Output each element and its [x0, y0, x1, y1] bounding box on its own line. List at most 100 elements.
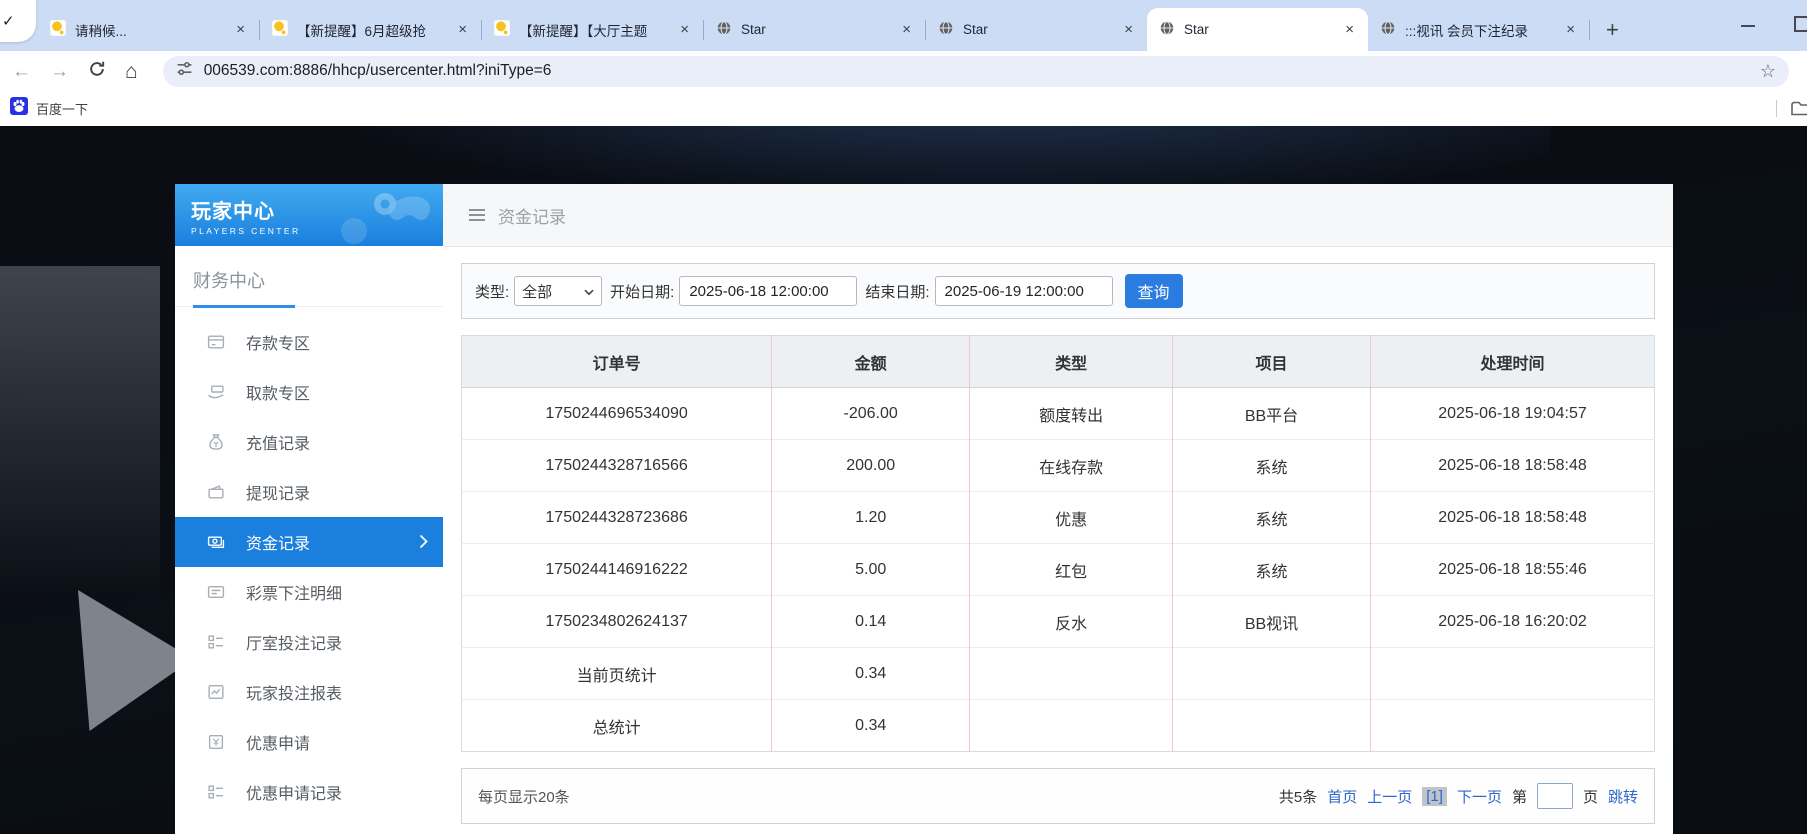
tab-title: Star: [741, 22, 766, 37]
sidebar-menu: 存款专区 取款专区 充值记录 提现记录 资金记录 彩票下注明细 厅室投注记录 玩…: [175, 307, 443, 817]
cell-process-time: 2025-06-18 18:58:48: [1370, 439, 1655, 492]
cell-order-id: 1750244328716566: [461, 439, 773, 492]
sidebar-item-player-bet-report[interactable]: 玩家投注报表: [175, 667, 443, 717]
first-page-link[interactable]: 首页: [1327, 786, 1357, 807]
cell-order-id: 1750234802624137: [461, 595, 773, 648]
prev-page-link[interactable]: 上一页: [1367, 786, 1412, 807]
cell-type: 红包: [969, 543, 1173, 596]
sidebar-banner: 玩家中心 PLAYERS CENTER: [175, 184, 443, 246]
browser-tab-1[interactable]: 请稍候... ×: [38, 8, 259, 51]
cell-label: 当前页统计: [461, 647, 773, 700]
tab-close-icon[interactable]: ×: [678, 21, 691, 38]
page-title: 资金记录: [498, 207, 566, 227]
start-date-input[interactable]: [679, 276, 858, 306]
tab-list: 请稍候... × 【新提醒】6月超级抢 × 【新提醒】【大厅主题 × Star …: [38, 8, 1619, 51]
site-info-icon[interactable]: [176, 60, 193, 82]
address-bar[interactable]: 006539.com:8886/hhcp/usercenter.html?ini…: [162, 55, 1789, 87]
page-size-text: 每页显示20条: [478, 788, 570, 806]
col-amount: 金额: [771, 335, 971, 388]
browser-tab-2[interactable]: 【新提醒】6月超级抢 ×: [260, 8, 481, 51]
end-date-label: 结束日期:: [865, 283, 930, 301]
tab-close-icon[interactable]: ×: [1122, 21, 1135, 38]
pager-controls: 共5条 首页 上一页 [1] 下一页 第 页 跳转: [1279, 783, 1638, 809]
type-select[interactable]: 全部: [514, 276, 603, 306]
col-type: 类型: [969, 335, 1173, 388]
bookmarks-divider: [1776, 100, 1777, 117]
end-date-input[interactable]: [934, 276, 1113, 306]
cell-amount: -206.00: [771, 387, 971, 440]
yellow-app-favicon: [493, 19, 511, 39]
globe-favicon: [1380, 20, 1396, 39]
cell-project: BB视讯: [1172, 595, 1372, 648]
browser-window: 请稍候... × 【新提醒】6月超级抢 × 【新提醒】【大厅主题 × Star …: [0, 0, 1807, 834]
sidebar-item-withdraw[interactable]: 取款专区: [175, 367, 443, 417]
hamburger-icon: [469, 209, 485, 221]
sidebar-item-promo-apply-record[interactable]: 优惠申请记录: [175, 767, 443, 817]
pagination-bar: 每页显示20条 共5条 首页 上一页 [1] 下一页 第 页 跳转: [461, 768, 1655, 824]
tab-close-icon[interactable]: ×: [900, 21, 913, 38]
sidebar-item-withdraw-record[interactable]: 提现记录: [175, 467, 443, 517]
grid-list-icon: [207, 783, 225, 801]
cell-amount: 1.20: [771, 491, 971, 544]
baidu-favicon: [10, 97, 28, 120]
home-icon[interactable]: ⌂: [125, 61, 138, 82]
content-header: 资金记录: [443, 184, 1673, 247]
table-row: 1750234802624137 0.14 反水 BB视讯 2025-06-18…: [461, 595, 1655, 648]
cell-process-time: 2025-06-18 18:58:48: [1370, 491, 1655, 544]
sidebar-item-deposit[interactable]: 存款专区: [175, 317, 443, 367]
sidebar-item-hall-bet-record[interactable]: 厅室投注记录: [175, 617, 443, 667]
back-icon[interactable]: ←: [12, 62, 31, 81]
cell-amount: 0.14: [771, 595, 971, 648]
content-body: 类型: 全部 开始日期: 结束日期: 查询 订单: [443, 247, 1673, 824]
window-maximize-button[interactable]: [1794, 16, 1807, 32]
jump-suffix-text: 页: [1582, 788, 1598, 806]
sidebar-item-label: 彩票下注明细: [246, 586, 343, 603]
table-row: 1750244328723686 1.20 优惠 系统 2025-06-18 1…: [461, 491, 1655, 544]
bookmark-star-icon[interactable]: ☆: [1760, 61, 1776, 82]
sidebar-item-label: 玩家投注报表: [246, 686, 343, 703]
coupon-yen-icon: [207, 733, 225, 751]
total-count-text: 共5条: [1278, 788, 1318, 806]
banknotes-icon: [207, 533, 225, 551]
forward-icon[interactable]: →: [50, 62, 69, 81]
browser-tab-4[interactable]: Star ×: [704, 8, 925, 51]
sidebar: 玩家中心 PLAYERS CENTER 财务中心 存款专区 取款专区 充值记录: [175, 184, 443, 834]
tab-close-icon[interactable]: ×: [456, 21, 469, 38]
cell-project: 系统: [1172, 439, 1372, 492]
sidebar-section-finance: 财务中心: [175, 246, 443, 308]
tab-close-icon[interactable]: ×: [1564, 21, 1577, 38]
tab-close-icon[interactable]: ×: [1343, 21, 1356, 38]
sidebar-item-recharge-record[interactable]: 充值记录: [175, 417, 443, 467]
type-label: 类型:: [475, 283, 510, 301]
folder-icon[interactable]: [1791, 99, 1807, 123]
sidebar-item-promo-apply[interactable]: 优惠申请: [175, 717, 443, 767]
table-row-page-total: 当前页统计 0.34: [461, 647, 1655, 700]
sidebar-item-label: 厅室投注记录: [246, 636, 343, 653]
sidebar-item-lottery-detail[interactable]: 彩票下注明细: [175, 567, 443, 617]
search-button[interactable]: 查询: [1124, 274, 1183, 308]
browser-tab-5[interactable]: Star ×: [926, 8, 1147, 51]
cell-type: 优惠: [969, 491, 1173, 544]
next-page-link[interactable]: 下一页: [1457, 786, 1502, 807]
browser-tab-3[interactable]: 【新提醒】【大厅主题 ×: [482, 8, 703, 51]
current-page-indicator: [1]: [1422, 786, 1447, 806]
page-jump-input[interactable]: [1536, 783, 1573, 809]
browser-tab-7[interactable]: :::视讯 会员下注纪录 ×: [1368, 8, 1589, 51]
sidebar-item-label: 资金记录: [246, 536, 311, 553]
cell-amount: 200.00: [771, 439, 971, 492]
window-minimize-button[interactable]: [1741, 25, 1755, 27]
bookmark-item-baidu[interactable]: 百度一下: [36, 99, 88, 118]
url-text[interactable]: 006539.com:8886/hhcp/usercenter.html?ini…: [204, 62, 1760, 80]
jump-link[interactable]: 跳转: [1608, 786, 1638, 807]
gamepad-icon: [371, 190, 435, 241]
col-process-time: 处理时间: [1370, 335, 1655, 388]
tab-strip: 请稍候... × 【新提醒】6月超级抢 × 【新提醒】【大厅主题 × Star …: [0, 0, 1807, 51]
new-tab-button[interactable]: +: [1606, 17, 1619, 43]
cell-order-id: 1750244696534090: [461, 387, 773, 440]
sidebar-item-funds-record[interactable]: 资金记录: [175, 517, 443, 567]
hand-money-icon: [207, 383, 225, 401]
cell-process-time: 2025-06-18 19:04:57: [1370, 387, 1655, 440]
browser-tab-6-active[interactable]: Star ×: [1147, 8, 1368, 51]
tab-close-icon[interactable]: ×: [234, 21, 247, 38]
reload-icon[interactable]: [88, 60, 106, 82]
